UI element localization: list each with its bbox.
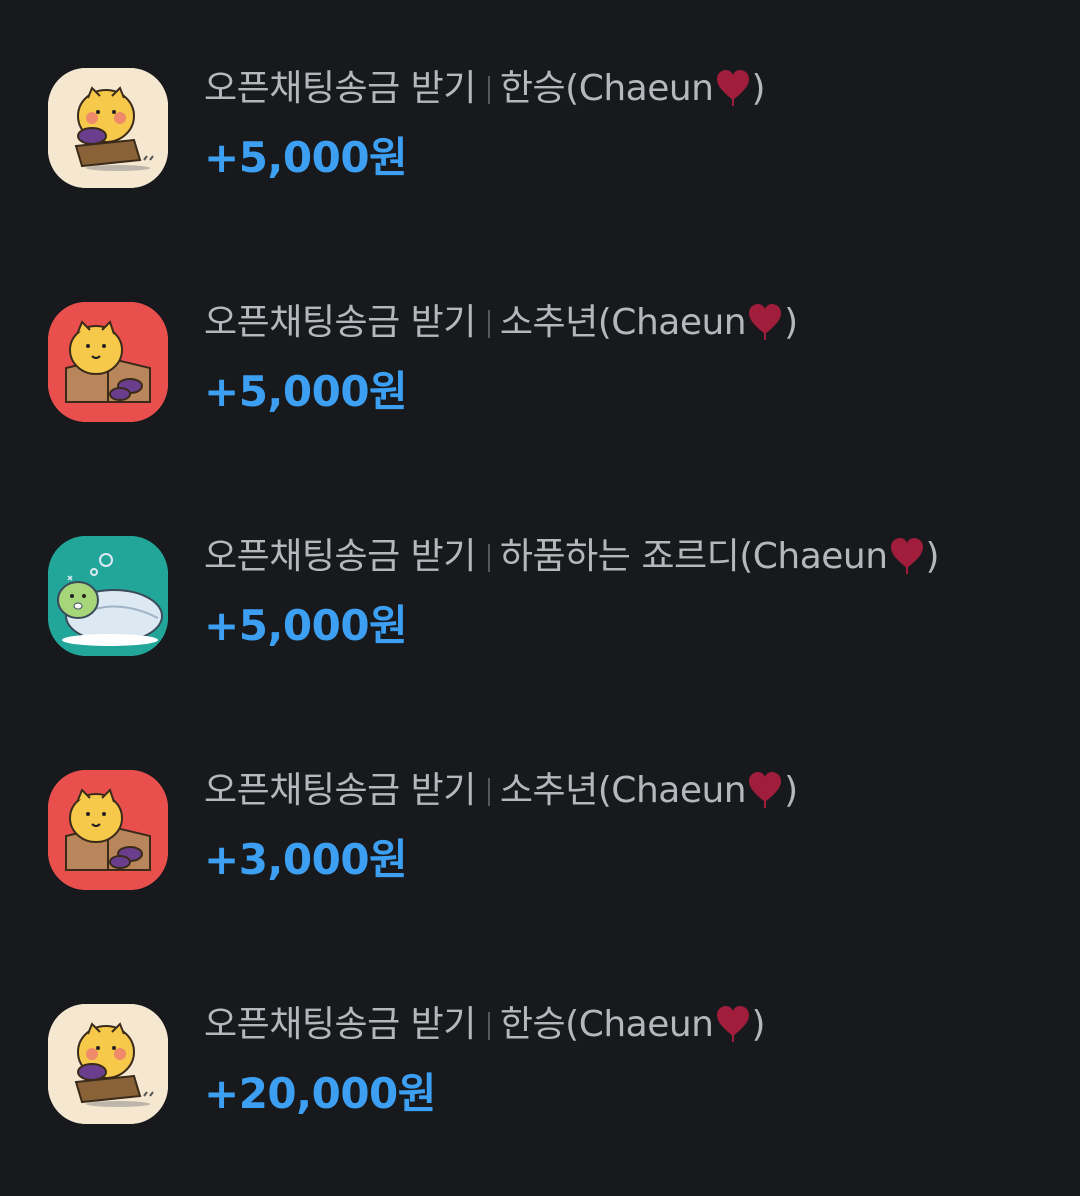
transaction-amount: +3,000원 (204, 835, 408, 884)
cat-in-box-icon (48, 770, 168, 890)
cat-eating-sweet-potato-icon (48, 68, 168, 188)
transaction-title: 오픈채팅송금 받기 한승(Chaeun) (204, 64, 766, 114)
sender-name: 소추년(Chaeun (499, 770, 747, 811)
transaction-title: 오픈채팅송금 받기 소추년(Chaeun) (204, 766, 798, 816)
sender-close: ) (784, 770, 798, 811)
transaction-title: 오픈채팅송금 받기 하품하는 죠르디(Chaeun) (204, 532, 940, 582)
sleeping-jordy-icon (48, 536, 168, 656)
transaction-kind: 오픈채팅송금 받기 (204, 68, 476, 109)
sender-close: ) (751, 68, 766, 109)
heart-icon (747, 770, 783, 810)
cat-eating-sweet-potato-icon (48, 1004, 168, 1124)
separator-divider (487, 310, 490, 338)
sender-name: 한승(Chaeun (499, 1004, 714, 1045)
sender-name: 소추년(Chaeun (499, 302, 747, 343)
transaction-amount: +5,000원 (204, 133, 408, 182)
transaction-amount: +5,000원 (204, 367, 408, 416)
transaction-title: 오픈채팅송금 받기 한승(Chaeun) (204, 1000, 766, 1050)
sender-name: 하품하는 죠르디(Chaeun (499, 536, 888, 577)
transaction-row[interactable]: 오픈채팅송금 받기 소추년(Chaeun) +5,000원 (0, 296, 1080, 426)
sender-close: ) (751, 1004, 766, 1045)
heart-icon (715, 1004, 751, 1044)
sender-close: ) (784, 302, 798, 343)
transaction-amount: +5,000원 (204, 601, 408, 650)
heart-icon (889, 536, 925, 576)
transaction-kind: 오픈채팅송금 받기 (204, 302, 476, 343)
transaction-amount: +20,000원 (204, 1069, 436, 1118)
transaction-kind: 오픈채팅송금 받기 (204, 536, 476, 577)
transaction-row[interactable]: 오픈채팅송금 받기 하품하는 죠르디(Chaeun) +5,000원 (0, 530, 1080, 660)
transaction-row[interactable]: 오픈채팅송금 받기 한승(Chaeun) +5,000원 (0, 62, 1080, 192)
separator-divider (487, 1012, 490, 1040)
transaction-row[interactable]: 오픈채팅송금 받기 소추년(Chaeun) +3,000원 (0, 764, 1080, 894)
heart-icon (715, 68, 751, 108)
transaction-row[interactable]: 오픈채팅송금 받기 한승(Chaeun) +20,000원 (0, 998, 1080, 1128)
transaction-kind: 오픈채팅송금 받기 (204, 770, 476, 811)
transaction-kind: 오픈채팅송금 받기 (204, 1004, 476, 1045)
sender-close: ) (925, 536, 940, 577)
transaction-title: 오픈채팅송금 받기 소추년(Chaeun) (204, 298, 798, 348)
cat-in-box-icon (48, 302, 168, 422)
separator-divider (487, 76, 490, 104)
separator-divider (487, 778, 490, 806)
heart-icon (747, 302, 783, 342)
sender-name: 한승(Chaeun (499, 68, 714, 109)
separator-divider (487, 544, 490, 572)
